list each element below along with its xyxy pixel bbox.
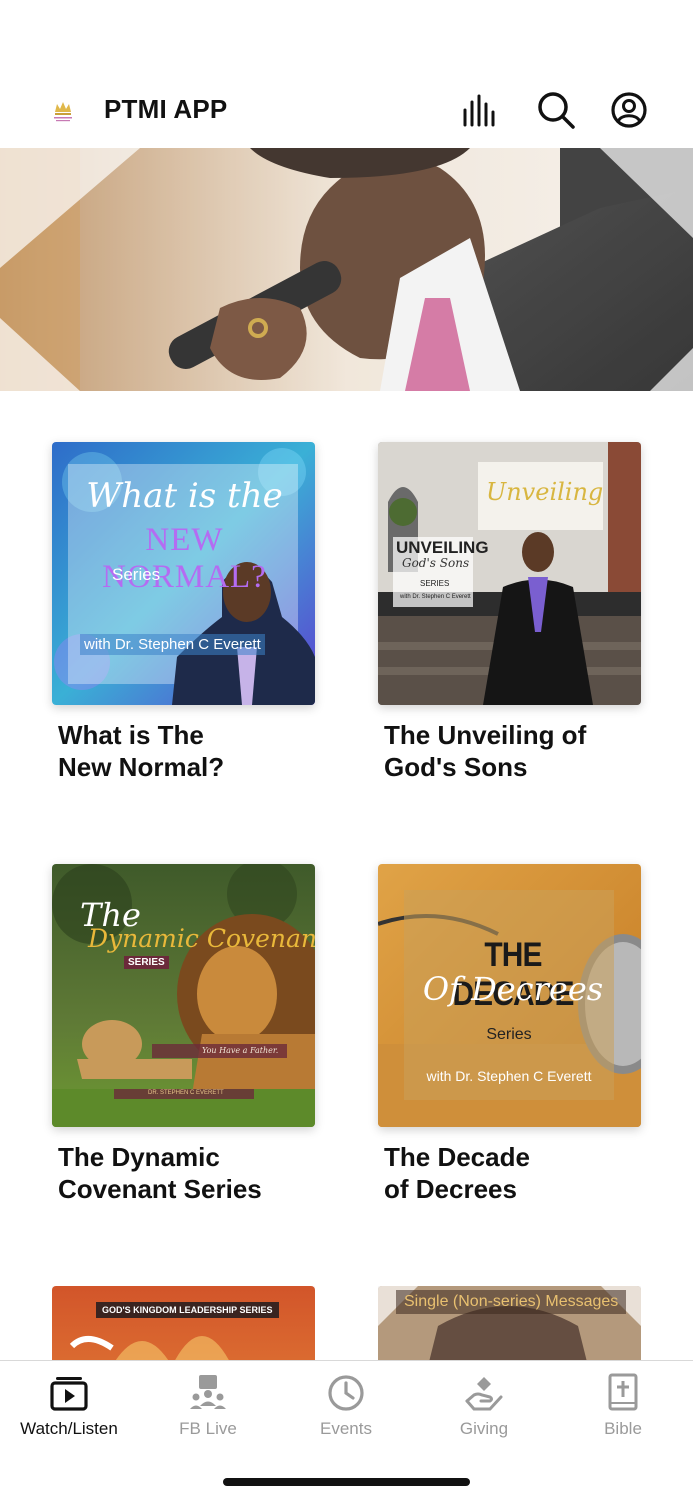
home-indicator[interactable]	[223, 1478, 470, 1486]
series-thumbnail[interactable]: Unveiling UNVEILING God's Sons SERIES wi…	[378, 442, 641, 705]
tab-bible[interactable]: Bible	[554, 1373, 692, 1439]
thumb-credit: with Dr. Stephen C Everett	[426, 1068, 592, 1084]
thumb-script-text: What is the	[86, 476, 283, 516]
tab-label: FB Live	[179, 1419, 237, 1438]
thumb-screen-text: Unveiling	[486, 478, 604, 506]
series-thumbnail[interactable]: THE DECADE Of Decrees Series with Dr. St…	[378, 864, 641, 1127]
account-icon[interactable]	[609, 90, 649, 130]
thumb-headline: UNVEILING	[396, 538, 489, 557]
series-thumbnail[interactable]: What is the NEW NORMAL? Series with Dr. …	[52, 442, 315, 705]
tab-watch-listen[interactable]: Watch/Listen	[0, 1373, 138, 1439]
audio-bars-icon[interactable]	[460, 90, 500, 130]
series-thumbnail[interactable]: GOD'S KINGDOM LEADERSHIP SERIES	[52, 1286, 315, 1360]
thumb-script-text: Of Decrees	[422, 970, 604, 1008]
play-stack-icon	[50, 1377, 88, 1411]
bible-icon	[608, 1373, 638, 1411]
live-presenter-icon	[190, 1375, 226, 1409]
search-icon[interactable]	[536, 90, 576, 130]
tab-label: Bible	[604, 1419, 642, 1438]
series-card[interactable]: The Dynamic Covenant SERIES You Have a F…	[52, 864, 315, 1205]
clock-icon	[328, 1375, 364, 1411]
app-title: PTMI APP	[104, 94, 228, 124]
series-title: What is The New Normal?	[58, 720, 225, 782]
series-title: The Dynamic Covenant Series	[58, 1142, 262, 1204]
thumb-script-text: God's Sons	[402, 556, 470, 570]
thumb-sub: Series	[112, 565, 161, 584]
thumb-badge: Single (Non-series) Messages	[396, 1290, 627, 1314]
thumb-script-text: Dynamic Covenant	[88, 924, 315, 953]
hero-banner[interactable]	[0, 148, 693, 391]
series-thumbnail[interactable]: The Dynamic Covenant SERIES You Have a F…	[52, 864, 315, 1127]
tab-label: Events	[320, 1419, 372, 1438]
thumb-sub: Series	[486, 1026, 532, 1043]
series-card[interactable]: Single (Non-series) Messages	[378, 1286, 641, 1360]
tab-label: Watch/Listen	[20, 1419, 118, 1438]
crown-logo-icon	[50, 98, 76, 124]
series-title: The Decade of Decrees	[384, 1142, 530, 1204]
thumb-sub: SERIES	[420, 579, 450, 588]
app-header: PTMI APP	[0, 70, 693, 148]
thumb-credit: with Dr. Stephen C Everett	[400, 594, 471, 600]
thumb-tagline: You Have a Father.	[202, 1046, 279, 1055]
series-card[interactable]: GOD'S KINGDOM LEADERSHIP SERIES	[52, 1286, 315, 1360]
series-card[interactable]: Unveiling UNVEILING God's Sons SERIES wi…	[378, 442, 641, 783]
tab-giving[interactable]: Giving	[415, 1373, 553, 1439]
thumb-credit: with Dr. Stephen C Everett	[80, 634, 265, 655]
tab-fb-live[interactable]: FB Live	[139, 1373, 277, 1439]
tab-label: Giving	[459, 1419, 509, 1438]
series-card[interactable]: What is the NEW NORMAL? Series with Dr. …	[52, 442, 315, 783]
thumb-badge: GOD'S KINGDOM LEADERSHIP SERIES	[96, 1302, 279, 1318]
tab-events[interactable]: Events	[277, 1373, 415, 1439]
giving-hand-icon	[465, 1377, 503, 1411]
thumb-headline: NEW NORMAL?	[102, 522, 267, 595]
series-thumbnail[interactable]: Single (Non-series) Messages	[378, 1286, 641, 1360]
series-card[interactable]: THE DECADE Of Decrees Series with Dr. St…	[378, 864, 641, 1205]
thumb-sub: SERIES	[124, 956, 169, 969]
series-title: The Unveiling of God's Sons	[384, 720, 587, 782]
thumb-credit: DR. STEPHEN C EVERETT	[148, 1090, 224, 1096]
